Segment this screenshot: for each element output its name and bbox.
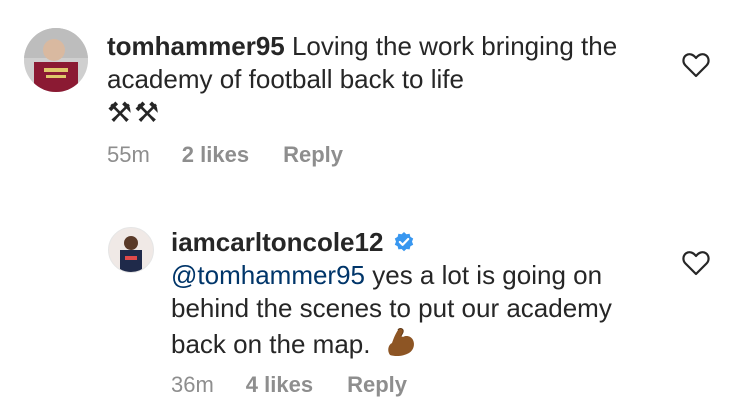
reply-button[interactable]: Reply <box>283 142 343 168</box>
comment-text: iamcarltoncole12 @tomhammer95 yes a lot … <box>171 226 641 367</box>
flexed-biceps-emoji <box>384 325 418 367</box>
comment-likes[interactable]: 2 likes <box>182 142 249 168</box>
mention-link[interactable]: @tomhammer95 <box>171 260 365 290</box>
comment-meta: 55m 2 likes Reply <box>107 142 377 168</box>
comment-meta: 36m 4 likes Reply <box>171 372 441 398</box>
comment-time: 55m <box>107 142 150 167</box>
hammers-emoji: ⚒⚒ <box>107 96 162 129</box>
heart-icon[interactable] <box>682 250 710 276</box>
comment-username[interactable]: tomhammer95 <box>107 31 285 61</box>
comment-likes[interactable]: 4 likes <box>246 372 313 398</box>
reply-button[interactable]: Reply <box>347 372 407 398</box>
avatar[interactable] <box>24 28 88 92</box>
comment-time: 36m <box>171 372 214 397</box>
heart-icon[interactable] <box>682 52 710 78</box>
verified-badge-icon <box>394 232 413 252</box>
avatar[interactable] <box>108 227 154 273</box>
comment-username[interactable]: iamcarltoncole12 <box>171 227 383 257</box>
comment-text: tomhammer95 Loving the work bringing the… <box>107 30 667 130</box>
